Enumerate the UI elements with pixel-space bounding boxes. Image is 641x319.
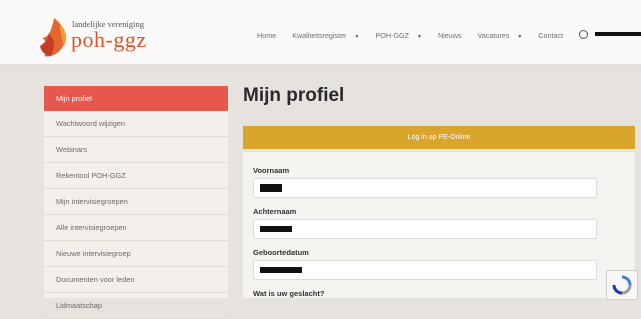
nav-home[interactable]: Home bbox=[257, 31, 283, 40]
nav-label: Home bbox=[257, 31, 277, 40]
sidebar-item-mijn-profiel[interactable]: Mijn profiel bbox=[44, 86, 228, 111]
redacted-value bbox=[260, 184, 282, 192]
main-nav: Home Kwaliteitsregister ▼ POH-GGZ ▼ Nieuws… bbox=[257, 30, 641, 40]
sidebar-item-alle-intervisiegroepen[interactable]: Alle intervisiegroepen bbox=[44, 215, 228, 241]
flame-logo-icon bbox=[40, 18, 67, 57]
nav-contact[interactable]: Contact bbox=[538, 31, 570, 40]
user-icon bbox=[579, 30, 589, 39]
page-title: Mijn profiel bbox=[243, 85, 345, 106]
achternaam-field[interactable] bbox=[253, 219, 597, 239]
redacted-value bbox=[260, 267, 302, 273]
logo-text: poh-ggz bbox=[71, 27, 147, 52]
geboortedatum-field[interactable] bbox=[253, 260, 597, 280]
sidebar-item-lidmaatschap[interactable]: Lidmaatschap bbox=[44, 293, 228, 319]
sidebar-item-wachtwoord-wijzigen[interactable]: Wachtwoord wijzigen bbox=[44, 111, 228, 137]
chevron-down-icon: ▼ bbox=[354, 34, 360, 40]
sidebar-item-rekentool[interactable]: Rekentool POH-GGZ bbox=[44, 163, 228, 189]
nav-label: POH-GGZ bbox=[375, 31, 410, 40]
site-logo[interactable]: landelijke vereniging poh-ggz bbox=[38, 16, 168, 58]
profile-sidebar: Mijn profiel Wachtwoord wijzigen Webinar… bbox=[44, 86, 228, 319]
nav-kwaliteitsregister[interactable]: Kwaliteitsregister ▼ bbox=[292, 31, 366, 40]
voornaam-field[interactable] bbox=[253, 178, 597, 198]
nav-label: Nieuws bbox=[437, 31, 462, 40]
achternaam-label: Achternaam bbox=[253, 207, 297, 216]
nav-poh-ggz[interactable]: POH-GGZ ▼ bbox=[375, 31, 429, 40]
sidebar-item-mijn-intervisiegroepen[interactable]: Mijn intervisiegroepen bbox=[44, 189, 228, 215]
redacted-username bbox=[595, 32, 641, 36]
user-menu[interactable]: ▼ bbox=[579, 30, 641, 40]
geslacht-question: Wat is uw geslacht? bbox=[253, 289, 325, 298]
pe-online-login-button[interactable]: Log in op PE-Online bbox=[243, 126, 635, 149]
redacted-value bbox=[260, 226, 292, 232]
site-header: landelijke vereniging poh-ggz Home Kwali… bbox=[0, 0, 641, 65]
nav-nieuws[interactable]: Nieuws bbox=[438, 31, 469, 40]
nav-label: Kwaliteitsregister bbox=[292, 31, 347, 40]
main-content: Mijn profiel Log in op PE-Online Voornaa… bbox=[243, 82, 636, 298]
sidebar-item-nieuwe-intervisiegroep[interactable]: Nieuwe intervisiegroep bbox=[44, 241, 228, 267]
sidebar-item-webinars[interactable]: Webinars bbox=[44, 137, 228, 163]
nav-vacatures[interactable]: Vacatures ▼ bbox=[478, 31, 530, 40]
sidebar-item-documenten[interactable]: Documenten voor leden bbox=[44, 267, 228, 293]
nav-label: Contact bbox=[538, 31, 564, 40]
recaptcha-badge[interactable] bbox=[606, 270, 638, 300]
voornaam-label: Voornaam bbox=[253, 166, 290, 175]
chevron-down-icon: ▼ bbox=[417, 34, 422, 40]
chevron-down-icon: ▼ bbox=[517, 34, 523, 40]
geboortedatum-label: Geboortedatum bbox=[253, 248, 309, 257]
recaptcha-icon bbox=[612, 275, 632, 295]
nav-label: Vacatures bbox=[477, 31, 510, 40]
profile-form: Voornaam Achternaam Geboortedatum Wat is… bbox=[243, 152, 635, 298]
